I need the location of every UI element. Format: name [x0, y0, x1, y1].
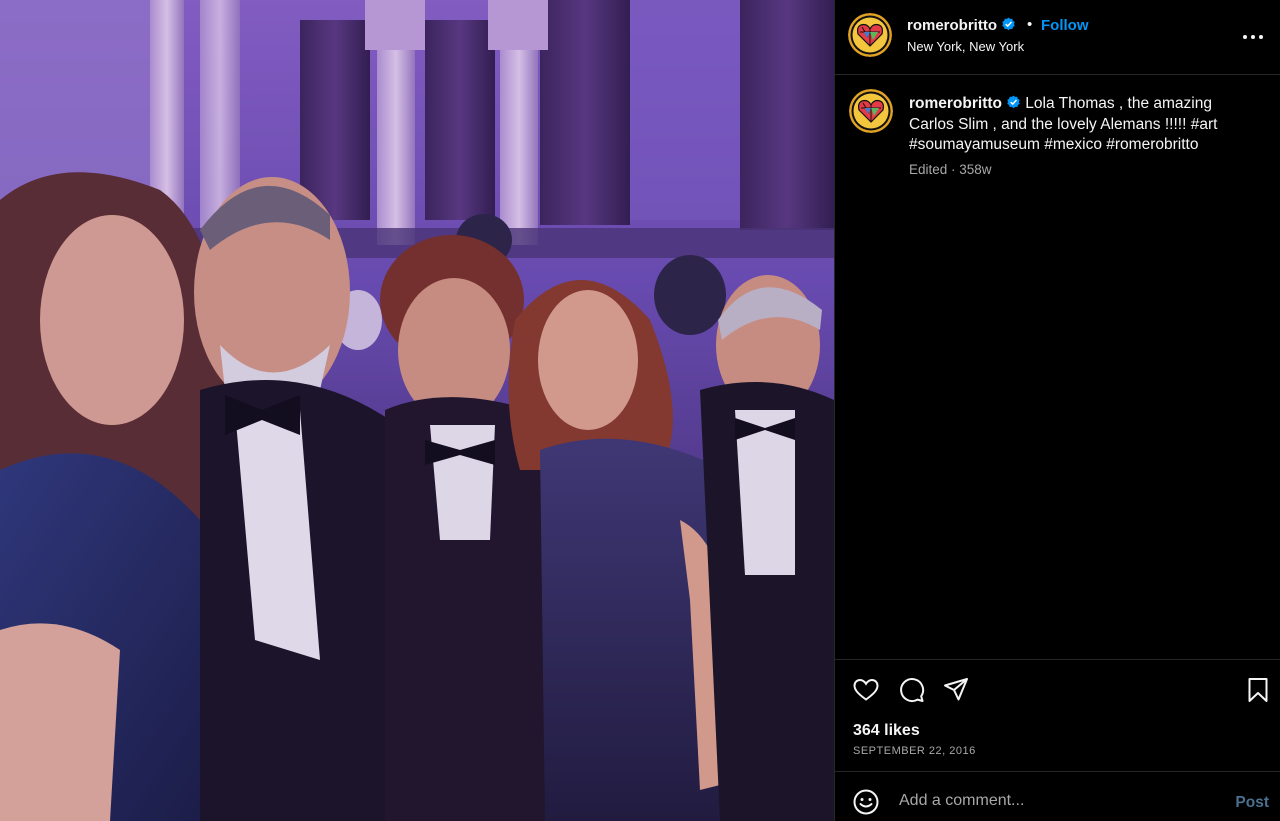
- more-options-icon[interactable]: [1242, 26, 1264, 48]
- separator-dot: •: [1027, 16, 1033, 33]
- avatar[interactable]: [848, 13, 892, 57]
- caption-text: romerobritto Lola Thomas , the amazing C…: [909, 94, 1249, 156]
- header-username[interactable]: romerobritto: [907, 17, 1016, 34]
- comment-input[interactable]: [897, 786, 1221, 816]
- post-header: romerobritto • Follow New York, New York: [835, 0, 1280, 75]
- profile-heart-icon: [848, 13, 892, 57]
- group-photo-image: [0, 0, 834, 821]
- follow-button[interactable]: Follow: [1041, 17, 1089, 34]
- location-link[interactable]: New York, New York: [907, 39, 1024, 54]
- caption-meta: Edited · 358w: [909, 162, 992, 177]
- caption-username[interactable]: romerobritto: [909, 95, 1002, 112]
- heart-icon[interactable]: [852, 676, 880, 704]
- post-date: SEPTEMBER 22, 2016: [853, 745, 976, 757]
- comment-bubble-icon[interactable]: [897, 676, 925, 704]
- verified-badge-icon: [1002, 17, 1015, 31]
- profile-heart-icon: [849, 89, 893, 133]
- post-comment-button[interactable]: Post: [1235, 794, 1269, 812]
- verified-badge-icon: [1007, 95, 1020, 109]
- action-bar: 364 likes SEPTEMBER 22, 2016: [835, 659, 1280, 771]
- username-text[interactable]: romerobritto: [907, 17, 997, 34]
- bookmark-icon[interactable]: [1244, 676, 1272, 704]
- caption-avatar[interactable]: [849, 89, 893, 133]
- paper-plane-icon[interactable]: [942, 676, 970, 704]
- smiley-icon[interactable]: [852, 788, 880, 816]
- post-photo[interactable]: [0, 0, 834, 821]
- likes-count[interactable]: 364 likes: [853, 722, 920, 740]
- comment-bar: Post: [835, 771, 1280, 821]
- post-side-panel: romerobritto • Follow New York, New York…: [834, 0, 1280, 821]
